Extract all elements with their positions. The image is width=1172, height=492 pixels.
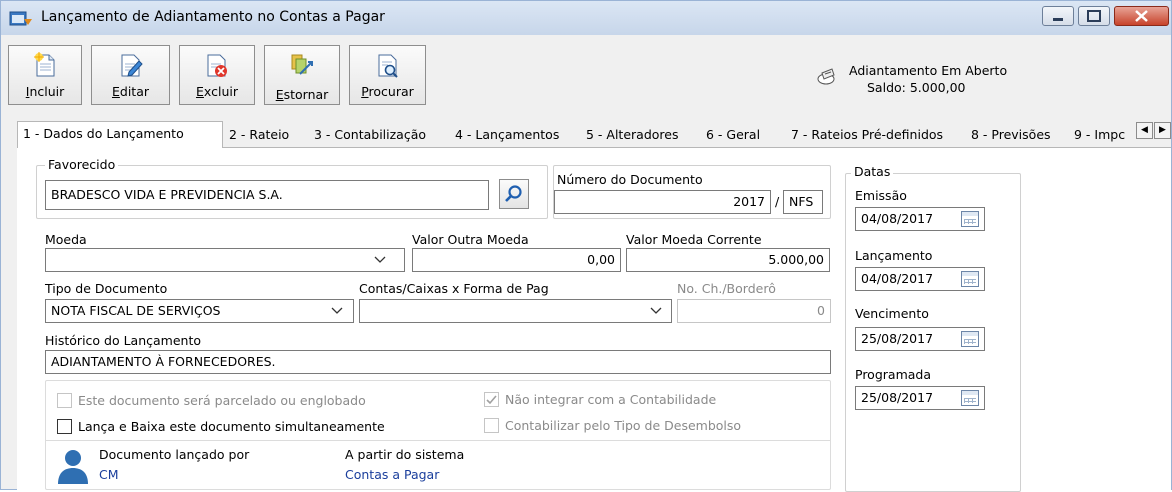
lanca-baixa-label: Lança e Baixa este documento simultaneam… xyxy=(78,419,385,434)
tipo-documento-select[interactable]: NOTA FISCAL DE SERVIÇOS xyxy=(45,299,354,323)
moeda-label: Moeda xyxy=(45,232,87,247)
historico-label: Histórico do Lançamento xyxy=(45,333,202,348)
valor-outra-moeda-label: Valor Outra Moeda xyxy=(412,232,529,247)
maximize-button[interactable] xyxy=(1078,6,1110,26)
chevron-down-icon xyxy=(374,256,386,263)
programada-date-field[interactable]: 25/08/2017 xyxy=(855,386,985,410)
adiantamento-saldo: Saldo: 5.000,00 xyxy=(867,80,966,95)
excluir-button[interactable]: Excluir xyxy=(179,45,255,105)
parcelado-checkbox xyxy=(57,393,72,408)
advance-info-icon xyxy=(816,67,838,87)
incluir-label: Incluir xyxy=(25,84,65,99)
tab-contabilizacao[interactable]: 3 - Contabilização xyxy=(314,124,426,148)
nao-integrar-label: Não integrar com a Contabilidade xyxy=(505,392,717,407)
favorecido-field[interactable]: BRADESCO VIDA E PREVIDENCIA S.A. xyxy=(45,180,489,210)
emissao-date-value: 04/08/2017 xyxy=(861,211,934,226)
calendar-icon[interactable] xyxy=(961,211,979,227)
incluir-button[interactable]: Incluir xyxy=(8,45,82,105)
valor-outra-moeda-field[interactable]: 0,00 xyxy=(412,248,621,272)
tipo-documento-label: Tipo de Documento xyxy=(45,281,168,296)
procurar-label: Procurar xyxy=(361,84,414,99)
parcelado-label: Este documento será parcelado ou engloba… xyxy=(78,393,366,408)
no-cheque-bordero-field: 0 xyxy=(677,299,831,323)
tab-lancamentos[interactable]: 4 - Lançamentos xyxy=(455,124,559,148)
historico-field[interactable]: ADIANTAMENTO À FORNECEDORES. xyxy=(45,350,831,374)
estornar-label: Estornar xyxy=(275,87,329,102)
app-window: Lançamento de Adiantamento no Contas a P… xyxy=(0,0,1172,492)
calendar-icon[interactable] xyxy=(961,390,979,406)
tab-dados-lancamento[interactable]: 1 - Dados do Lançamento xyxy=(17,121,223,148)
vencimento-date-value: 25/08/2017 xyxy=(861,331,934,346)
lanca-baixa-checkbox[interactable] xyxy=(57,419,72,434)
new-document-icon xyxy=(33,52,57,78)
sistema-value: Contas a Pagar xyxy=(345,467,440,482)
tab-impc[interactable]: 9 - Impc xyxy=(1074,124,1125,148)
numero-documento-separator: / xyxy=(775,194,780,209)
estornar-button[interactable]: Estornar xyxy=(264,45,340,105)
calendar-icon[interactable] xyxy=(961,331,979,347)
checkmark-icon xyxy=(486,395,497,405)
datas-title: Datas xyxy=(851,164,894,179)
user-icon xyxy=(55,448,91,486)
valor-moeda-corrente-field[interactable]: 5.000,00 xyxy=(626,248,830,272)
title-bar: Lançamento de Adiantamento no Contas a P… xyxy=(1,1,1171,35)
vencimento-date-field[interactable]: 25/08/2017 xyxy=(855,327,985,351)
calendar-icon[interactable] xyxy=(961,271,979,287)
window-title: Lançamento de Adiantamento no Contas a P… xyxy=(41,9,385,25)
excluir-label: Excluir xyxy=(196,84,238,99)
editar-button[interactable]: Editar xyxy=(91,45,170,105)
lancado-por-label: Documento lançado por xyxy=(99,447,250,462)
tab-previsoes[interactable]: 8 - Previsões xyxy=(971,124,1051,148)
tab-rateio[interactable]: 2 - Rateio xyxy=(229,124,289,148)
programada-date-value: 25/08/2017 xyxy=(861,390,934,405)
lancamento-date-value: 04/08/2017 xyxy=(861,271,934,286)
divider xyxy=(45,440,831,441)
emissao-date-field[interactable]: 04/08/2017 xyxy=(855,207,985,231)
nao-integrar-checkbox xyxy=(484,392,499,407)
reverse-entry-icon xyxy=(290,52,314,78)
valor-moeda-corrente-label: Valor Moeda Corrente xyxy=(626,232,762,247)
contabilizar-label: Contabilizar pelo Tipo de Desembolso xyxy=(505,418,742,433)
lancamento-date-label: Lançamento xyxy=(855,248,933,263)
vencimento-label: Vencimento xyxy=(855,306,929,321)
tab-scroll-right-button[interactable]: ▶ xyxy=(1154,122,1171,139)
contas-caixas-label: Contas/Caixas x Forma de Pag xyxy=(359,281,549,296)
favorecido-label: Favorecido xyxy=(45,157,119,172)
app-icon xyxy=(9,10,33,28)
delete-document-icon xyxy=(205,52,229,78)
close-button[interactable] xyxy=(1114,6,1169,26)
favorecido-search-button[interactable] xyxy=(499,179,529,209)
chevron-down-icon xyxy=(331,307,343,314)
sistema-label: A partir do sistema xyxy=(345,447,465,462)
lancado-por-value: CM xyxy=(99,467,119,482)
serie-field[interactable]: NFS xyxy=(783,190,823,214)
numero-documento-field[interactable]: 2017 xyxy=(554,190,771,214)
minimize-button[interactable] xyxy=(1042,6,1074,26)
search-icon xyxy=(505,185,522,202)
no-cheque-bordero-label: No. Ch./Borderô xyxy=(677,281,776,296)
adiantamento-status: Adiantamento Em Aberto xyxy=(849,63,1008,78)
tab-alteradores[interactable]: 5 - Alteradores xyxy=(586,124,678,148)
moeda-select[interactable] xyxy=(45,248,405,272)
edit-document-icon xyxy=(119,52,143,78)
contabilizar-checkbox xyxy=(484,418,499,433)
contas-caixas-select[interactable] xyxy=(359,299,672,323)
search-document-icon xyxy=(376,52,400,78)
programada-label: Programada xyxy=(855,367,931,382)
procurar-button[interactable]: Procurar xyxy=(349,45,426,105)
tab-scroll-left-button[interactable]: ◀ xyxy=(1136,122,1153,139)
tab-rateios-predefinidos[interactable]: 7 - Rateios Pré-definidos xyxy=(791,124,943,148)
numero-documento-label: Número do Documento xyxy=(557,172,703,187)
tab-strip: 1 - Dados do Lançamento 2 - Rateio 3 - C… xyxy=(17,121,1171,148)
chevron-down-icon xyxy=(650,307,662,314)
editar-label: Editar xyxy=(111,84,149,99)
lancamento-date-field[interactable]: 04/08/2017 xyxy=(855,267,985,291)
emissao-label: Emissão xyxy=(855,188,907,203)
tab-geral[interactable]: 6 - Geral xyxy=(706,124,760,148)
tab-content-panel: Favorecido BRADESCO VIDA E PREVIDENCIA S… xyxy=(17,147,1171,492)
